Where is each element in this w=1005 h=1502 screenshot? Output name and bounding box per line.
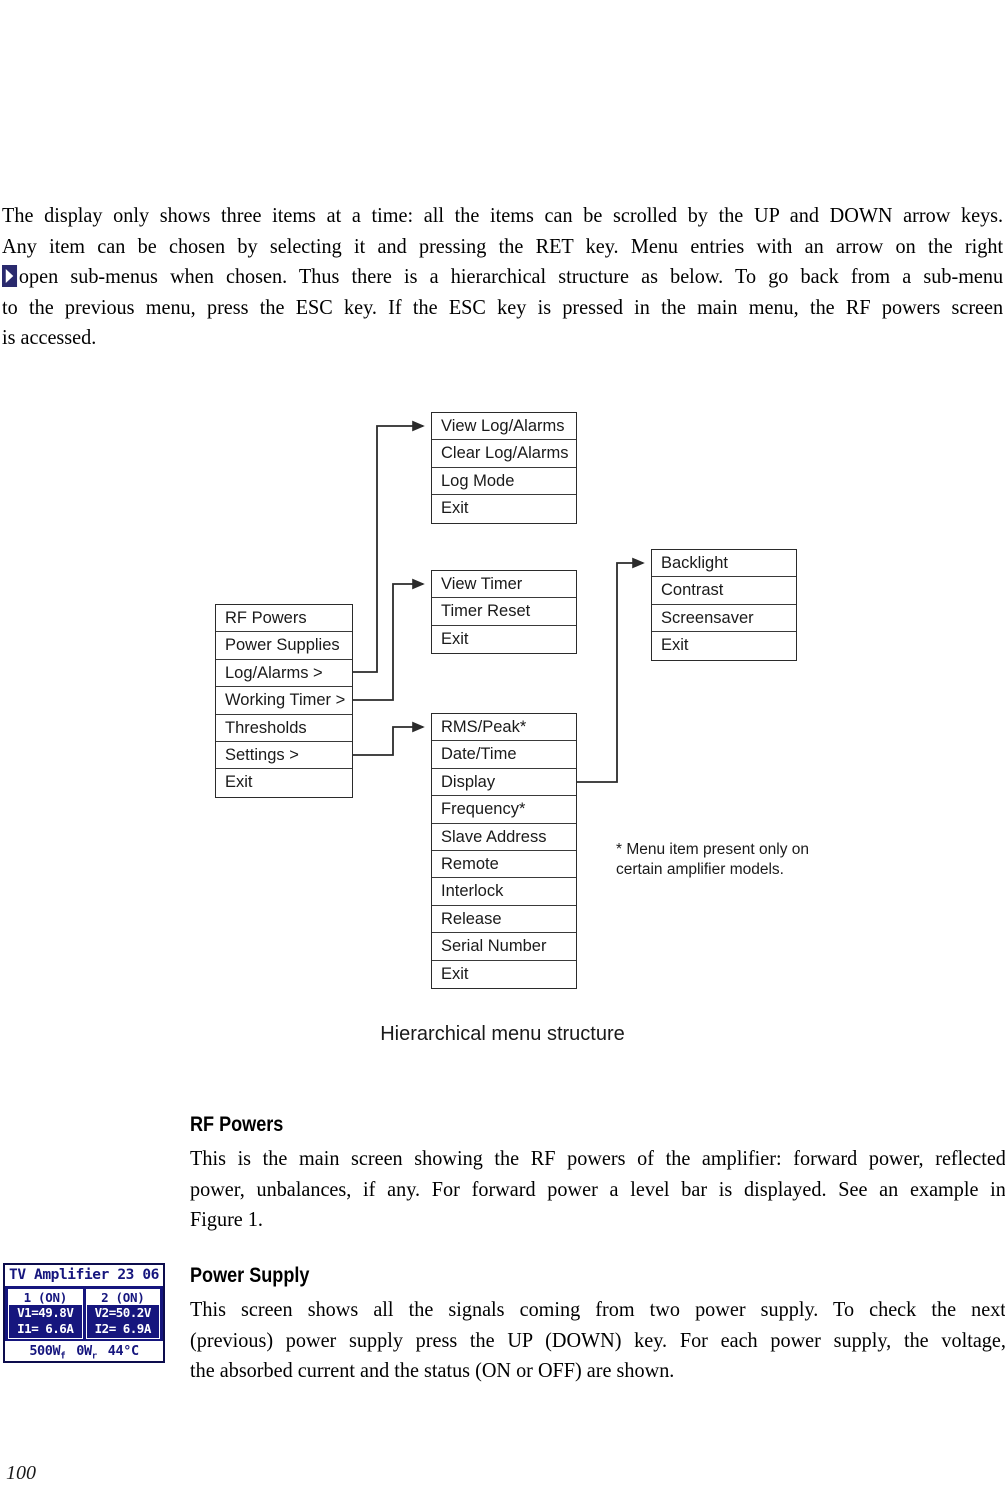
- power-supply-line-1: This screen shows all the signals coming…: [190, 1297, 1005, 1321]
- menu-item-contrast[interactable]: Contrast: [652, 577, 796, 605]
- menu-item-display[interactable]: Display: [432, 769, 576, 797]
- lcd-reflected-power-sub: r: [91, 1351, 97, 1362]
- menu-item-settings-exit[interactable]: Exit: [432, 961, 576, 988]
- lcd-titlebar: TV Amplifier 23 06: [5, 1265, 163, 1286]
- lcd-screenshot-power-supply: TV Amplifier 23 06 1 (ON) V1=49.8V I1= 6…: [3, 1263, 165, 1363]
- intro-line-3-text: open sub-menus when chosen. Thus there i…: [18, 264, 1004, 288]
- menu-item-working-timer[interactable]: Working Timer >: [216, 687, 352, 715]
- page-number: 100: [6, 1462, 36, 1484]
- rf-powers-paragraph: This is the main screen showing the RF p…: [190, 1143, 1005, 1235]
- menu-item-power-supplies[interactable]: Power Supplies: [216, 632, 352, 660]
- menu-item-log-alarms[interactable]: Log/Alarms >: [216, 660, 352, 688]
- working-timer-submenu-box: View Timer Timer Reset Exit: [431, 570, 577, 655]
- rf-powers-heading: RF Powers: [190, 1113, 284, 1136]
- menu-item-timer-exit[interactable]: Exit: [432, 626, 576, 653]
- lcd-forward-power: 500Wf: [29, 1341, 65, 1361]
- lcd-psu-1-voltage: V1=49.8V: [17, 1305, 74, 1320]
- intro-line-1: The display only shows three items at a …: [2, 203, 1004, 227]
- menu-item-exit[interactable]: Exit: [216, 769, 352, 796]
- menu-item-slave-address[interactable]: Slave Address: [432, 824, 576, 851]
- display-submenu-box: Backlight Contrast Screensaver Exit: [651, 549, 797, 661]
- menu-item-interlock[interactable]: Interlock: [432, 878, 576, 906]
- lcd-forward-power-sub: f: [60, 1351, 66, 1362]
- lcd-psu-1-current: I1= 6.6A: [17, 1321, 74, 1336]
- menu-item-serial-number[interactable]: Serial Number: [432, 933, 576, 961]
- lcd-psu-2-header: 2 (ON): [86, 1290, 159, 1305]
- menu-item-view-timer[interactable]: View Timer: [432, 571, 576, 599]
- menu-item-clear-log-alarms[interactable]: Clear Log/Alarms: [432, 440, 576, 468]
- menu-item-backlight[interactable]: Backlight: [652, 550, 796, 578]
- lcd-time: 23 06: [117, 1267, 159, 1283]
- intro-line-3: open sub-menus when chosen. Thus there i…: [2, 261, 1003, 292]
- rf-powers-line-2: power, unbalances, if any. For forward p…: [190, 1176, 1005, 1201]
- lcd-reflected-power-value: 0W: [76, 1343, 92, 1359]
- intro-line-4: to the previous menu, press the ESC key.…: [2, 294, 1004, 319]
- lcd-body: 1 (ON) V1=49.8V I1= 6.6A 2 (ON) V2=50.2V…: [5, 1286, 163, 1342]
- settings-submenu-box: RMS/Peak* Date/Time Display Frequency* S…: [431, 713, 577, 989]
- lcd-psu-2: 2 (ON) V2=50.2V I2= 6.9A: [85, 1289, 160, 1339]
- menu-item-screensaver[interactable]: Screensaver: [652, 605, 796, 633]
- menu-item-thresholds[interactable]: Thresholds: [216, 715, 352, 742]
- power-supply-line-2: (previous) power supply press the UP (DO…: [190, 1327, 1005, 1352]
- lcd-title: TV Amplifier: [9, 1267, 109, 1283]
- hierarchical-menu-diagram: RF Powers Power Supplies Log/Alarms > Wo…: [0, 395, 1005, 1015]
- menu-item-log-mode[interactable]: Log Mode: [432, 468, 576, 496]
- lcd-psu-2-current: I2= 6.9A: [94, 1321, 152, 1336]
- log-alarms-submenu-box: View Log/Alarms Clear Log/Alarms Log Mod…: [431, 412, 577, 524]
- rf-powers-line-1: This is the main screen showing the RF p…: [190, 1146, 1005, 1170]
- power-supply-line-3: the absorbed current and the status (ON …: [190, 1358, 675, 1382]
- menu-item-display-exit[interactable]: Exit: [652, 632, 796, 659]
- menu-item-rf-powers[interactable]: RF Powers: [216, 605, 352, 633]
- rf-powers-line-3: Figure 1.: [190, 1207, 263, 1231]
- lcd-psu-1: 1 (ON) V1=49.8V I1= 6.6A: [8, 1289, 83, 1339]
- power-supply-paragraph: This screen shows all the signals coming…: [190, 1294, 1005, 1386]
- menu-item-release[interactable]: Release: [432, 906, 576, 934]
- menu-item-remote[interactable]: Remote: [432, 851, 576, 879]
- menu-item-timer-reset[interactable]: Timer Reset: [432, 598, 576, 626]
- diagram-caption: Hierarchical menu structure: [380, 1023, 625, 1045]
- intro-line-2: Any item can be chosen by selecting it a…: [2, 233, 1004, 258]
- lcd-temperature: 44°C: [107, 1343, 139, 1359]
- lcd-psu-1-header: 1 (ON): [9, 1290, 82, 1305]
- menu-item-view-log-alarms[interactable]: View Log/Alarms: [432, 413, 576, 441]
- lcd-reflected-power: 0Wr: [76, 1341, 97, 1361]
- intro-paragraph: The display only shows three items at a …: [2, 200, 1003, 353]
- menu-item-settings[interactable]: Settings >: [216, 742, 352, 770]
- menu-item-frequency[interactable]: Frequency*: [432, 796, 576, 824]
- diagram-footnote: * Menu item present only on certain ampl…: [616, 841, 809, 878]
- power-supply-heading: Power Supply: [190, 1264, 310, 1287]
- intro-line-5: is accessed.: [2, 325, 97, 349]
- main-menu-box: RF Powers Power Supplies Log/Alarms > Wo…: [215, 604, 353, 798]
- lcd-footer: 500Wf 0Wr 44°C: [5, 1341, 163, 1361]
- menu-item-log-exit[interactable]: Exit: [432, 495, 576, 522]
- lcd-psu-2-voltage: V2=50.2V: [94, 1305, 152, 1320]
- menu-item-date-time[interactable]: Date/Time: [432, 741, 576, 769]
- lcd-forward-power-value: 500W: [29, 1343, 61, 1359]
- menu-item-rms-peak[interactable]: RMS/Peak*: [432, 714, 576, 742]
- right-arrow-glyph-icon: [2, 265, 18, 287]
